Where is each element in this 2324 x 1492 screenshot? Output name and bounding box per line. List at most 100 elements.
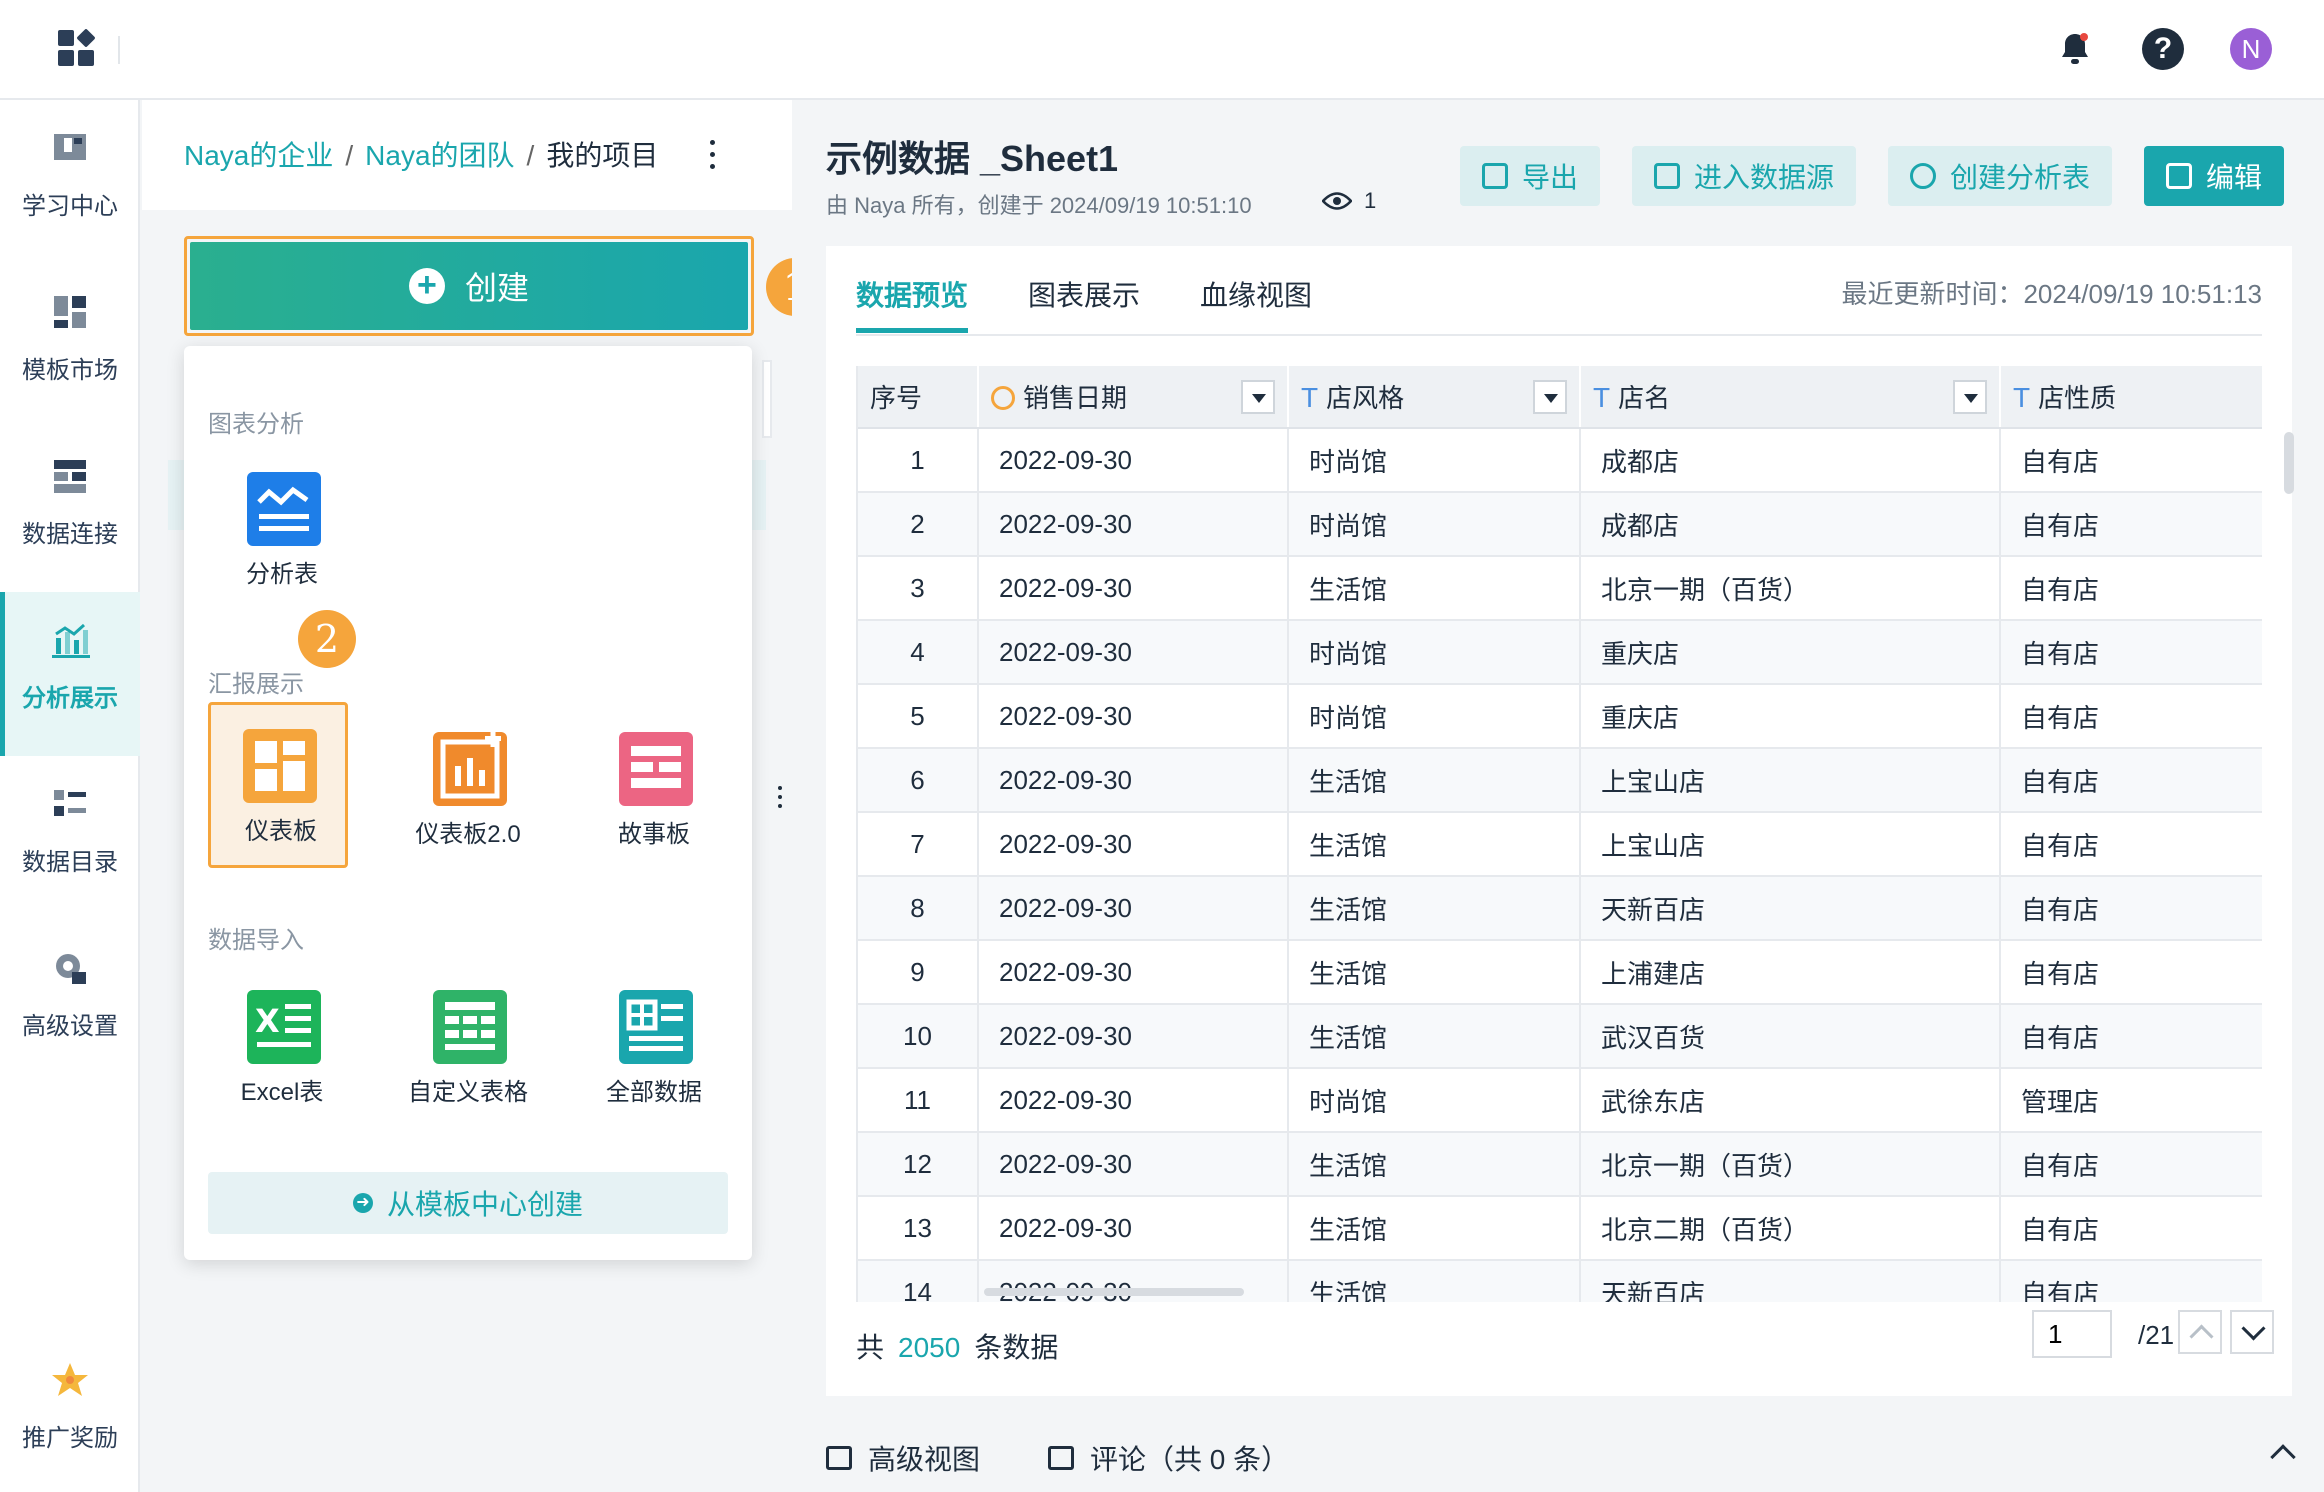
column-header-index[interactable]: 序号 xyxy=(858,366,979,429)
count-suffix: 条数据 xyxy=(974,1332,1059,1363)
edit-button[interactable]: 编辑 xyxy=(2144,146,2285,206)
menu-item-dashboard2[interactable]: 仪表板2.0 xyxy=(398,704,538,870)
tab-lineage[interactable]: 血缘视图 xyxy=(1200,274,1312,314)
export-button[interactable]: 导出 xyxy=(1460,146,1601,206)
book-icon xyxy=(54,134,86,160)
menu-item-custom-table[interactable]: 自定义表格 xyxy=(398,962,538,1128)
cell-name: 北京一期（百货） xyxy=(1580,556,2001,621)
column-header-date[interactable]: 销售日期 xyxy=(978,366,1289,429)
page-title: 示例数据 _Sheet1 xyxy=(826,138,1119,179)
table-body: 1 2022-09-30 时尚馆 成都店 自有店 2 2022-09-30 时尚馆 成都店 自有店… xyxy=(858,428,2262,1302)
catalog-icon xyxy=(54,790,86,816)
vertical-scrollbar[interactable] xyxy=(2284,432,2294,494)
column-label: 销售日期 xyxy=(1023,383,1128,413)
table-row[interactable]: 8 2022-09-30 生活馆 天新百店 自有店 xyxy=(858,876,2262,941)
menu-item-label: 仪表板2.0 xyxy=(415,821,521,848)
column-header-nature[interactable]: T 店性质 xyxy=(2000,366,2262,429)
cell-name: 重庆店 xyxy=(1580,620,2001,685)
create-analysis-label: 创建分析表 xyxy=(1950,162,2091,193)
next-page-button[interactable] xyxy=(2230,1310,2274,1354)
arrow-right-icon: ➜ xyxy=(352,1193,373,1213)
nav-item-templates[interactable]: 模板市场 xyxy=(0,264,140,428)
table-row[interactable]: 1 2022-09-30 时尚馆 成都店 自有店 xyxy=(858,428,2262,493)
avatar[interactable]: N xyxy=(2230,28,2272,70)
menu-item-analysis-table[interactable]: 分析表 xyxy=(212,444,352,610)
column-header-style[interactable]: T 店风格 xyxy=(1288,366,1581,429)
column-label: 店风格 xyxy=(1326,383,1405,413)
menu-item-all-data[interactable]: 全部数据 xyxy=(584,962,724,1128)
table-row[interactable]: 7 2022-09-30 生活馆 上宝山店 自有店 xyxy=(858,812,2262,877)
resize-handle[interactable] xyxy=(778,786,784,813)
cell-date: 2022-09-30 xyxy=(978,1004,1289,1069)
cell-date: 2022-09-30 xyxy=(978,1068,1289,1133)
bell-icon[interactable] xyxy=(2054,28,2096,70)
nav-label: 学习中心 xyxy=(22,193,118,220)
pen-icon xyxy=(2166,163,2192,189)
table-row[interactable]: 9 2022-09-30 生活馆 上浦建店 自有店 xyxy=(858,940,2262,1005)
table-row[interactable]: 12 2022-09-30 生活馆 北京一期（百货） 自有店 xyxy=(858,1132,2262,1197)
horizontal-scrollbar[interactable] xyxy=(984,1288,1244,1296)
data-table[interactable]: 序号 销售日期 T 店风格 T 店名 T 店性质 1 2022-09-30 时尚… xyxy=(856,366,2262,1302)
cell-name: 武汉百货 xyxy=(1580,1004,2001,1069)
help-icon[interactable]: ? xyxy=(2142,28,2184,70)
page-number-input[interactable] xyxy=(2032,1310,2112,1358)
create-analysis-button[interactable]: 创建分析表 xyxy=(1888,146,2113,206)
cell-nature: 管理店 xyxy=(2000,1068,2262,1133)
table-row[interactable]: 6 2022-09-30 生活馆 上宝山店 自有店 xyxy=(858,748,2262,813)
menu-item-dashboard[interactable]: 仪表板 xyxy=(208,702,348,868)
tab-preview[interactable]: 数据预览 xyxy=(856,274,968,314)
create-button[interactable]: + 创建 xyxy=(184,236,754,336)
analysis-table-icon xyxy=(247,472,321,546)
table-row[interactable]: 10 2022-09-30 生活馆 武汉百货 自有店 xyxy=(858,1004,2262,1069)
breadcrumb-enterprise[interactable]: Naya的企业 xyxy=(184,140,333,171)
advanced-view-button[interactable]: 高级视图 xyxy=(826,1438,980,1478)
column-menu-button[interactable] xyxy=(1241,380,1275,414)
menu-item-excel[interactable]: X Excel表 xyxy=(212,962,352,1128)
enter-datasource-button[interactable]: 进入数据源 xyxy=(1632,146,1857,206)
chevron-up-icon[interactable] xyxy=(2270,1444,2296,1470)
view-count: 1 xyxy=(1364,188,1377,213)
table-row[interactable]: 3 2022-09-30 生活馆 北京一期（百货） 自有店 xyxy=(858,556,2262,621)
nav-item-learning[interactable]: 学习中心 xyxy=(0,100,140,264)
cell-style: 生活馆 xyxy=(1288,1196,1581,1261)
cell-index: 5 xyxy=(858,684,979,749)
eye-icon xyxy=(1322,192,1352,210)
svg-text:X: X xyxy=(255,1002,280,1040)
table-row[interactable]: 2 2022-09-30 时尚馆 成都店 自有店 xyxy=(858,492,2262,557)
cell-index: 1 xyxy=(858,428,979,493)
nav-item-data-connect[interactable]: 数据连接 xyxy=(0,428,140,592)
cell-index: 13 xyxy=(858,1196,979,1261)
create-from-template-button[interactable]: ➜ 从模板中心创建 xyxy=(208,1172,728,1234)
text-type-icon: T xyxy=(1301,382,1319,413)
tab-bar: 数据预览 图表展示 血缘视图 最近更新时间：2024/09/19 10:51:1… xyxy=(856,246,2262,336)
more-icon[interactable] xyxy=(702,140,722,174)
table-row[interactable]: 5 2022-09-30 时尚馆 重庆店 自有店 xyxy=(858,684,2262,749)
cell-style: 时尚馆 xyxy=(1288,620,1581,685)
nav-item-analysis[interactable]: 分析展示 xyxy=(0,592,140,756)
column-menu-button[interactable] xyxy=(1533,380,1567,414)
bottom-bar: 高级视图 评论（共 0 条） xyxy=(826,1430,2296,1490)
comments-button[interactable]: 评论（共 0 条） xyxy=(1048,1438,1289,1478)
column-menu-button[interactable] xyxy=(1953,380,1987,414)
cell-nature: 自有店 xyxy=(2000,1196,2262,1261)
table-row[interactable]: 13 2022-09-30 生活馆 北京二期（百货） 自有店 xyxy=(858,1196,2262,1261)
cell-style: 时尚馆 xyxy=(1288,1068,1581,1133)
app-grid-icon[interactable] xyxy=(58,28,96,68)
cell-date: 2022-09-30 xyxy=(978,1132,1289,1197)
table-row[interactable]: 11 2022-09-30 时尚馆 武徐东店 管理店 xyxy=(858,1068,2262,1133)
column-header-name[interactable]: T 店名 xyxy=(1580,366,2001,429)
table-row[interactable]: 4 2022-09-30 时尚馆 重庆店 自有店 xyxy=(858,620,2262,685)
cell-date: 2022-09-30 xyxy=(978,492,1289,557)
export-label: 导出 xyxy=(1522,162,1579,193)
prev-page-button[interactable] xyxy=(2178,1310,2222,1354)
nav-label: 分析展示 xyxy=(22,685,118,712)
section-title-chart: 图表分析 xyxy=(208,411,304,438)
nav-item-settings[interactable]: 高级设置 xyxy=(0,920,140,1084)
breadcrumb-team[interactable]: Naya的团队 xyxy=(365,140,514,171)
nav-item-catalog[interactable]: 数据目录 xyxy=(0,756,140,920)
step-badge-2: 2 xyxy=(298,610,356,668)
nav-item-rewards[interactable]: 推广奖励 xyxy=(0,1332,140,1492)
tab-chart[interactable]: 图表展示 xyxy=(1028,274,1140,314)
menu-item-storyboard[interactable]: 故事板 xyxy=(584,704,724,870)
cell-style: 生活馆 xyxy=(1288,876,1581,941)
